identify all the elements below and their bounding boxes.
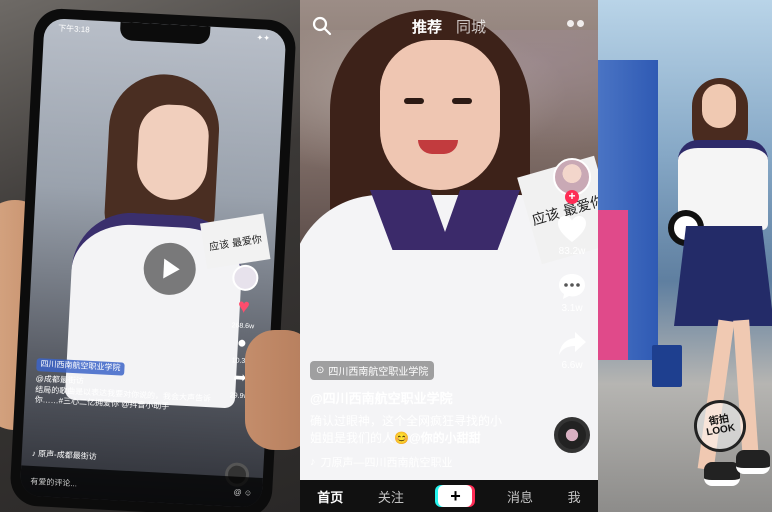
nav-home[interactable]: 首页 bbox=[317, 487, 343, 506]
hand-right bbox=[245, 330, 300, 450]
comment-count: 3.1w bbox=[561, 303, 583, 314]
tab-local[interactable]: 同城 bbox=[456, 16, 486, 37]
background-mural bbox=[598, 210, 628, 360]
caption-text: 确认过眼神，这个全网疯狂寻找的小 姐姐是我们的人😊@你的小甜甜 bbox=[310, 413, 530, 448]
comment-placeholder: 有爱的评论... bbox=[30, 476, 78, 488]
bottom-nav: 首页 关注 + 消息 我 bbox=[300, 480, 598, 512]
action-rail: + 83.2w 3.1w 6.6w bbox=[552, 158, 592, 453]
smile-emoji: 😊 bbox=[394, 431, 409, 446]
heart-icon[interactable] bbox=[556, 214, 588, 244]
composite-image: 下午3:18 ✦✦ 应该 最爱你 ♥ 268.6w ● 10.3w ➦ 29.9… bbox=[0, 0, 772, 512]
music-title: 刀原声—四川西南航空职业 bbox=[320, 457, 453, 469]
caption-line-2: 姐姐是我们的人 bbox=[310, 431, 395, 446]
music-note-icon: ♪ bbox=[310, 456, 316, 468]
top-tabs: 推荐 同城 bbox=[300, 14, 598, 38]
shoe-right bbox=[736, 450, 770, 474]
caption-line-1: 确认过眼神，这个全网疯狂寻找的小 bbox=[310, 414, 503, 428]
subject-face bbox=[380, 40, 500, 190]
phone-notch bbox=[119, 21, 211, 45]
caption-author[interactable]: @四川西南航空职业学院 bbox=[310, 388, 530, 407]
location-tag[interactable]: ⊙ 四川西南航空职业学院 bbox=[310, 361, 435, 380]
like-count: 268.6w bbox=[231, 322, 255, 331]
like-count: 83.2w bbox=[558, 246, 586, 257]
phone-status-icons: ✦✦ bbox=[256, 33, 271, 43]
video-subject-face bbox=[135, 103, 211, 202]
subject-eye-left bbox=[404, 98, 424, 104]
share-icon[interactable] bbox=[556, 328, 588, 358]
subject-eye-right bbox=[452, 98, 472, 104]
subject-skirt bbox=[674, 226, 772, 326]
nav-me-label: 我 bbox=[567, 489, 581, 505]
video-caption: ⊙ 四川西南航空职业学院 @四川西南航空职业学院 确认过眼神，这个全网疯狂寻找的… bbox=[310, 360, 530, 448]
nav-follow[interactable]: 关注 bbox=[378, 487, 404, 506]
author-avatar[interactable]: + bbox=[553, 158, 591, 204]
street-photo-panel: 街拍LOOK bbox=[598, 0, 772, 512]
subject-face bbox=[702, 84, 736, 128]
phone-caption: 四川西南航空职业学院 @成都最街访 结局的歌曲是以表达我要对你说的，我会大声告诉… bbox=[34, 358, 226, 416]
music-disc-icon[interactable] bbox=[554, 417, 590, 453]
tab-recommend[interactable]: 推荐 bbox=[412, 16, 442, 37]
nav-me[interactable]: 我 bbox=[568, 487, 581, 506]
video-sign: 应该 最爱你 bbox=[200, 213, 271, 269]
phone-screen: 下午3:18 ✦✦ 应该 最爱你 ♥ 268.6w ● 10.3w ➦ 29.9… bbox=[19, 17, 287, 509]
heart-icon[interactable]: ♥ bbox=[237, 296, 250, 319]
play-icon bbox=[163, 258, 181, 280]
phone-music-label[interactable]: ♪ 原声-成都最街访 bbox=[32, 448, 97, 462]
nav-messages[interactable]: 消息 bbox=[507, 487, 533, 506]
comment-bar-icons: @ ☺ bbox=[233, 487, 253, 497]
shopping-bag bbox=[652, 345, 682, 387]
more-icon[interactable] bbox=[567, 20, 584, 27]
music-label[interactable]: ♪ 刀原声—四川西南航空职业 bbox=[310, 454, 453, 470]
share-count: 6.6w bbox=[561, 360, 583, 371]
comment-icon[interactable] bbox=[556, 271, 588, 301]
app-screenshot-panel: 应该 最爱你 推荐 同城 + 83.2w 3.1w 6.6w ⊙ 四川西南航空职… bbox=[300, 0, 598, 512]
shoe-left bbox=[704, 462, 740, 486]
add-video-button[interactable]: + bbox=[438, 485, 473, 507]
location-label: 四川西南航空职业学院 bbox=[328, 367, 429, 378]
caption-mention[interactable]: @你的小甜甜 bbox=[409, 431, 481, 445]
author-avatar[interactable] bbox=[231, 264, 260, 292]
phone-photo-panel: 下午3:18 ✦✦ 应该 最爱你 ♥ 268.6w ● 10.3w ➦ 29.9… bbox=[0, 0, 300, 512]
phone-status-time: 下午3:18 bbox=[57, 23, 90, 35]
follow-button[interactable]: + bbox=[565, 190, 579, 204]
location-pin-icon: ⊙ bbox=[316, 365, 325, 376]
